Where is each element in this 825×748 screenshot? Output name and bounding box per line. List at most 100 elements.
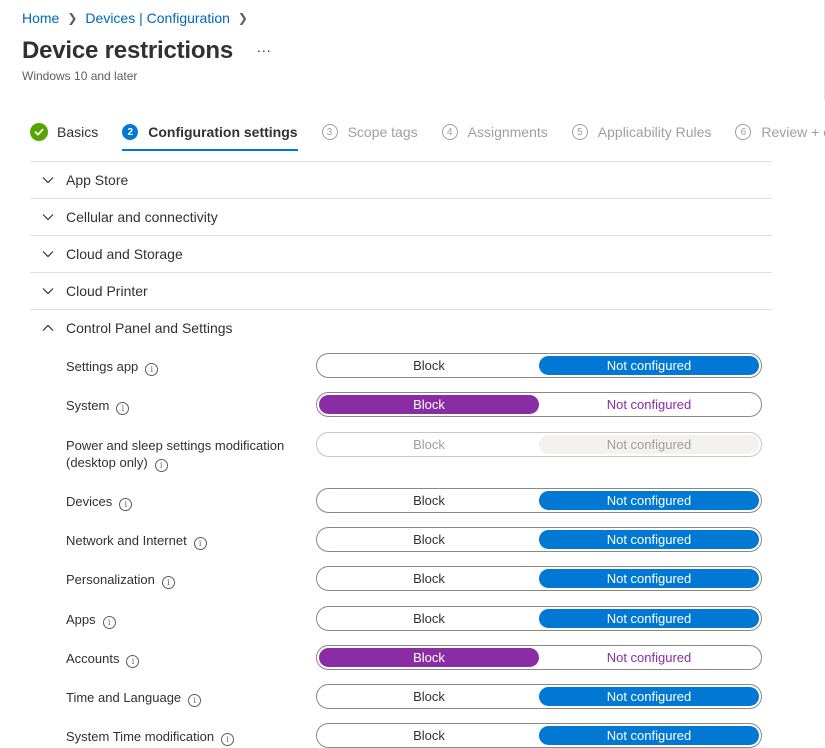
toggle-system[interactable]: Block Not configured <box>316 392 762 417</box>
setting-label: Apps i <box>66 611 296 629</box>
step-configuration-settings[interactable]: 2 Configuration settings <box>122 120 298 151</box>
toggle-block-option[interactable]: Block <box>319 356 539 375</box>
setting-label: Time and Language i <box>66 689 296 707</box>
step-number: 4 <box>441 124 458 140</box>
setting-label: Accounts i <box>66 650 296 668</box>
accordion-cloud-printer[interactable]: Cloud Printer <box>30 272 772 309</box>
step-label: Applicability Rules <box>597 124 712 140</box>
setting-label-text: System <box>66 398 110 413</box>
setting-label: System i <box>66 397 296 415</box>
accordion-label: Cloud Printer <box>66 283 148 299</box>
toggle-not-configured-option[interactable]: Not configured <box>539 356 759 375</box>
toggle-personalization[interactable]: Block Not configured <box>316 566 762 591</box>
step-label: Scope tags <box>347 124 418 140</box>
accordion-label: Cellular and connectivity <box>66 209 218 225</box>
toggle-not-configured-option[interactable]: Not configured <box>539 530 759 549</box>
toggle-apps[interactable]: Block Not configured <box>316 606 762 631</box>
breadcrumb: Home ❯ Devices | Configuration ❯ <box>22 10 256 26</box>
step-basics[interactable]: Basics <box>30 120 98 144</box>
step-label: Assignments <box>467 124 548 140</box>
setting-label-text: Personalization <box>66 572 155 587</box>
setting-label-text: Settings app <box>66 359 139 374</box>
step-number: 3 <box>321 124 338 140</box>
toggle-not-configured-option[interactable]: Not configured <box>539 395 759 414</box>
toggle-settings-app[interactable]: Block Not configured <box>316 353 762 378</box>
toggle-not-configured-option[interactable]: Not configured <box>539 609 759 628</box>
accordion-label: Cloud and Storage <box>66 246 183 262</box>
setting-label: Power and sleep settings modification (d… <box>66 437 301 472</box>
chevron-down-icon <box>41 173 55 187</box>
toggle-accounts[interactable]: Block Not configured <box>316 645 762 670</box>
toggle-block-option[interactable]: Block <box>319 609 539 628</box>
chevron-up-icon <box>41 321 55 335</box>
toggle-block-option[interactable]: Block <box>319 726 539 745</box>
toggle-not-configured-option[interactable]: Not configured <box>539 569 759 588</box>
info-icon[interactable]: i <box>116 402 130 415</box>
title-row: Device restrictions ... <box>22 37 272 65</box>
toggle-not-configured-option[interactable]: Not configured <box>539 491 759 510</box>
toggle-system-time-modification[interactable]: Block Not configured <box>316 723 762 748</box>
info-icon[interactable]: i <box>193 537 207 550</box>
setting-label: Settings app i <box>66 358 296 376</box>
accordion-label: Control Panel and Settings <box>66 320 233 336</box>
toggle-not-configured-option[interactable]: Not configured <box>539 726 759 745</box>
checkmark-icon <box>30 123 48 141</box>
accordion-control-panel-settings[interactable]: Control Panel and Settings <box>30 309 772 346</box>
setting-label-text: Time and Language <box>66 690 182 705</box>
toggle-block-option[interactable]: Block <box>319 395 539 414</box>
page-subtitle: Windows 10 and later <box>22 69 138 83</box>
info-icon[interactable]: i <box>126 655 140 668</box>
accordion-cloud-storage[interactable]: Cloud and Storage <box>30 235 772 272</box>
toggle-network-internet[interactable]: Block Not configured <box>316 527 762 552</box>
setting-label-text: Devices <box>66 494 113 509</box>
accordion-cellular-connectivity[interactable]: Cellular and connectivity <box>30 198 772 235</box>
info-icon[interactable]: i <box>161 576 175 589</box>
toggle-block-option: Block <box>413 437 445 452</box>
info-icon[interactable]: i <box>145 363 159 376</box>
step-label: Review + c <box>761 124 825 140</box>
wizard-steps: Basics 2 Configuration settings 3 Scope … <box>30 120 825 151</box>
chevron-down-icon <box>41 247 55 261</box>
setting-label: Devices i <box>66 493 296 511</box>
toggle-time-language[interactable]: Block Not configured <box>316 684 762 709</box>
toggle-block-option[interactable]: Block <box>319 530 539 549</box>
info-icon[interactable]: i <box>154 459 168 472</box>
step-applicability-rules[interactable]: 5 Applicability Rules <box>571 120 712 144</box>
chevron-down-icon <box>41 284 55 298</box>
breadcrumb-devices-configuration-link[interactable]: Devices | Configuration <box>85 10 229 26</box>
setting-label-text: System Time modification <box>66 729 215 744</box>
setting-label: System Time modification i <box>66 728 296 746</box>
setting-label-text: Accounts <box>66 651 120 666</box>
setting-label-text: Network and Internet <box>66 533 187 548</box>
toggle-not-configured-option[interactable]: Not configured <box>539 648 759 667</box>
breadcrumb-chevron-icon: ❯ <box>237 11 248 25</box>
step-review-create[interactable]: 6 Review + c <box>735 120 825 144</box>
info-icon[interactable]: i <box>188 694 202 707</box>
toggle-block-option[interactable]: Block <box>319 687 539 706</box>
step-number: 5 <box>571 124 588 140</box>
toggle-block-option[interactable]: Block <box>319 569 539 588</box>
more-options-button[interactable]: ... <box>257 39 272 55</box>
info-icon[interactable]: i <box>119 498 133 511</box>
step-assignments[interactable]: 4 Assignments <box>441 120 548 144</box>
info-icon[interactable]: i <box>221 733 235 746</box>
page-title: Device restrictions <box>22 37 233 64</box>
toggle-devices[interactable]: Block Not configured <box>316 488 762 513</box>
toggle-block-option[interactable]: Block <box>319 491 539 510</box>
toggle-not-configured-option[interactable]: Not configured <box>539 687 759 706</box>
setting-label-text: Power and sleep settings modification (d… <box>66 438 285 470</box>
setting-label: Network and Internet i <box>66 532 296 550</box>
chevron-down-icon <box>41 210 55 224</box>
step-label: Basics <box>57 124 99 140</box>
settings-accordion: App Store Cellular and connectivity Clou… <box>30 161 772 346</box>
setting-label: Personalization i <box>66 571 296 589</box>
step-label: Configuration settings <box>148 124 298 140</box>
toggle-block-option[interactable]: Block <box>319 648 539 667</box>
setting-label-text: Apps <box>66 612 96 627</box>
accordion-app-store[interactable]: App Store <box>30 161 772 198</box>
breadcrumb-home-link[interactable]: Home <box>22 10 59 26</box>
breadcrumb-chevron-icon: ❯ <box>67 11 78 25</box>
toggle-not-configured-option: Not configured <box>539 435 759 454</box>
step-scope-tags[interactable]: 3 Scope tags <box>321 120 418 144</box>
info-icon[interactable]: i <box>102 616 116 629</box>
